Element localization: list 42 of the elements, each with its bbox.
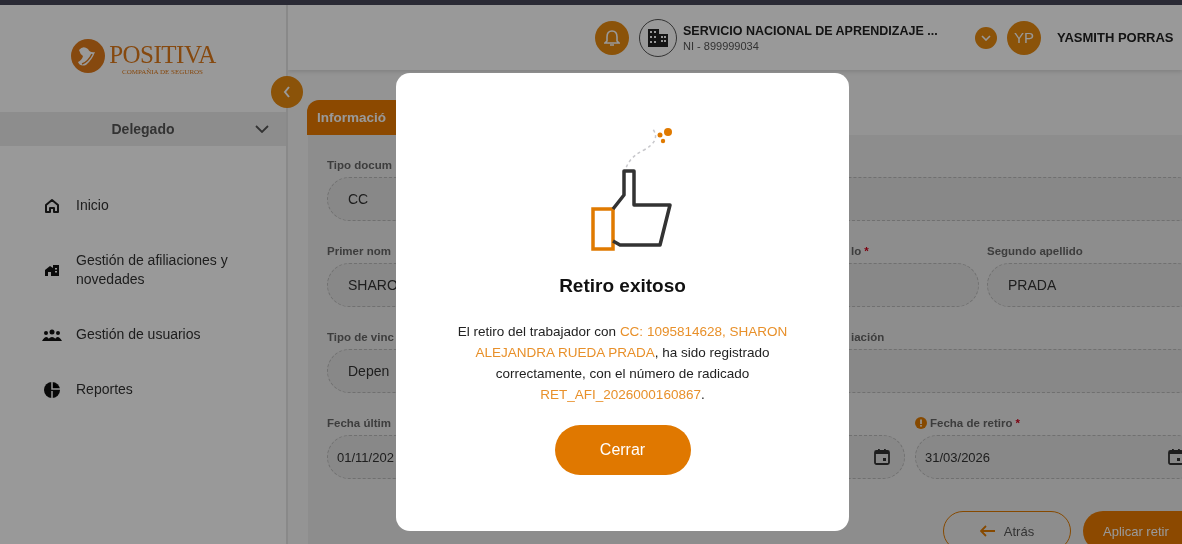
input-field[interactable]: PRADA — [987, 263, 1182, 307]
brand-name: POSITIVA — [109, 41, 216, 68]
building-icon — [42, 262, 62, 278]
company-dropdown-button[interactable] — [975, 26, 997, 49]
user-name: YASMITH PORRAS — [1057, 30, 1174, 45]
sidebar-item[interactable]: Reportes — [42, 380, 286, 399]
notifications-button[interactable] — [595, 20, 629, 55]
company-name: SERVICIO NACIONAL DE APRENDIZAJE ... — [683, 23, 939, 38]
field-label: Primer nom — [327, 245, 391, 257]
required-asterisk: * — [1015, 417, 1020, 429]
field-label: lo — [851, 245, 862, 257]
apply-button[interactable]: Aplicar retir — [1083, 511, 1182, 544]
field-label: Fecha últim — [327, 417, 391, 429]
role-selector[interactable]: Delegado — [0, 112, 286, 146]
field-label: Tipo de vinc — [327, 331, 394, 343]
office-building-icon — [647, 27, 669, 48]
chevron-down-icon — [981, 34, 991, 41]
close-button[interactable]: Cerrar — [554, 425, 691, 475]
field-label: Fecha de retiro — [930, 417, 1013, 429]
users-icon — [42, 328, 62, 341]
calendar-icon — [1168, 449, 1182, 465]
bell-icon — [604, 28, 620, 47]
field-label: Segundo apellido — [987, 245, 1083, 257]
calendar-icon — [874, 449, 890, 465]
field-label: iación — [851, 331, 885, 343]
dialog-title: Retiro exitoso — [559, 275, 686, 297]
sidebar-item[interactable]: Gestión de afiliaciones y novedades — [42, 251, 286, 289]
collapse-sidebar-button[interactable] — [271, 76, 303, 108]
pie-chart-icon — [42, 381, 62, 398]
chevron-down-icon — [255, 125, 269, 133]
home-icon — [42, 197, 62, 214]
arrow-left-icon — [979, 525, 996, 537]
warning-icon — [915, 417, 927, 429]
date-field[interactable]: 31/03/2026 — [915, 435, 1182, 479]
logo-emblem-icon — [70, 37, 107, 74]
sidebar-item[interactable]: Gestión de usuarios — [42, 325, 286, 344]
required-asterisk: * — [864, 245, 869, 257]
chevron-left-icon — [283, 86, 291, 98]
sidebar-item[interactable]: Inicio — [42, 196, 286, 215]
dialog-message: El retiro del trabajador con CC: 1095814628, SHARON ALEJANDRA RUEDA PRADA, ha sido registrado correctamente, con el número de radicado RET_AFI_2026000160867. — [456, 323, 789, 404]
company-id: NI - 899999034 — [683, 39, 760, 52]
field-label: Tipo docum — [327, 159, 392, 171]
